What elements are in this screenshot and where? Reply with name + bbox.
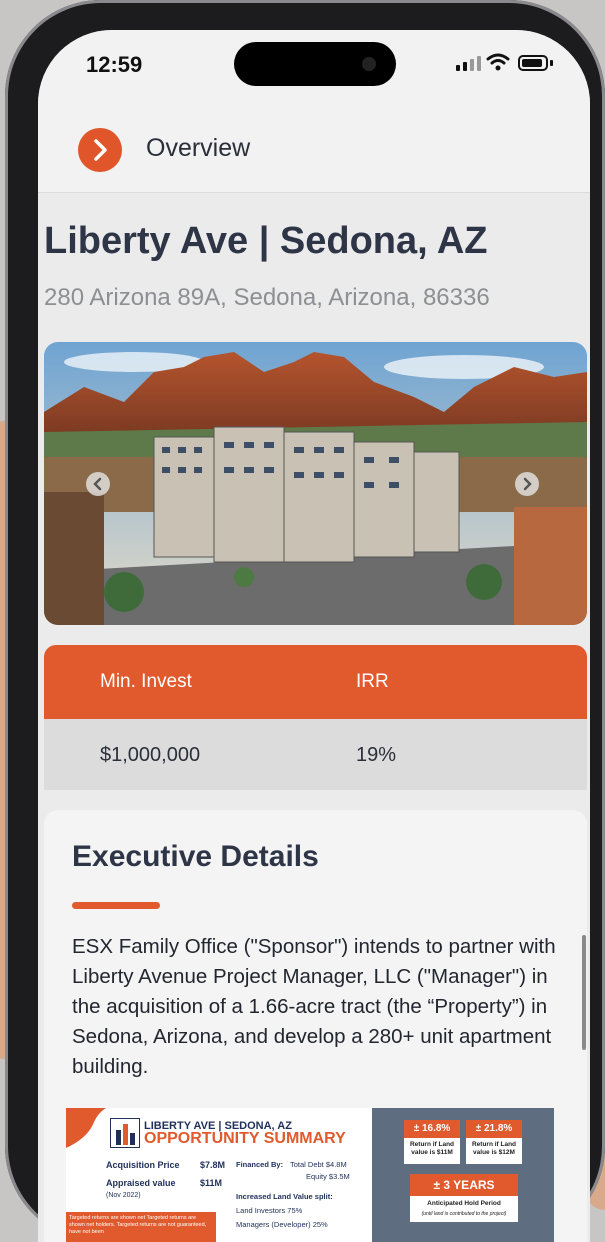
carousel-next-button[interactable] [515,472,539,496]
return-11m-value: ± 16.8% [404,1120,460,1138]
status-time: 12:59 [86,52,143,77]
chevron-right-icon [523,477,532,491]
signal-icon [456,56,481,71]
opportunity-summary-image: LIBERTY AVE | SEDONA, AZ OPPORTUNITY SUM… [66,1108,554,1242]
wifi-icon [486,53,510,71]
summary-left-panel: LIBERTY AVE | SEDONA, AZ OPPORTUNITY SUM… [66,1108,372,1242]
header-min-invest: Min. Invest [100,671,192,692]
battery-tip [550,60,553,66]
scrollbar[interactable] [582,935,586,1050]
disclaimer-text: Targeted returns are shown net Targeted … [69,1215,207,1235]
split-investors: Land Investors 75% [236,1206,303,1215]
status-bar: 12:59 [38,30,590,110]
financed-label: Financed By: [236,1160,284,1169]
executive-details-title: Executive Details [72,840,319,873]
carousel-prev-button[interactable] [86,472,110,496]
appraised-value: $11M [200,1178,223,1188]
summary-right-panel: ± 16.8% Return if Land value is $11M ± 2… [372,1108,554,1242]
screen: 12:59 Overview Liberty Ave | Sedona, AZ … [38,30,590,1242]
acquisition-label: Acquisition Price [106,1160,180,1170]
return-11m-label: Return if Land value is $11M [409,1141,455,1156]
nav-bar: Overview [38,110,590,193]
return-12m-label: Return if Land value is $12M [471,1141,517,1156]
return-12m-value: ± 21.8% [466,1120,522,1138]
value-min-invest: $1,000,000 [100,744,201,766]
investment-table-row: $1,000,000 19% [44,719,587,790]
investment-table: Min. Invest IRR $1,000,000 19% [44,645,587,790]
battery-icon [518,55,548,71]
investment-table-header: Min. Invest IRR [44,645,587,719]
overview-toggle-button[interactable] [78,128,122,172]
financed-equity: Equity $3.5M [306,1172,350,1181]
property-title: Liberty Ave | Sedona, AZ [44,220,488,262]
acquisition-value: $7.8M [200,1160,226,1170]
value-irr: 19% [356,744,397,766]
executive-details-text: ESX Family Office ("Sponsor") intends to… [72,935,556,1078]
appraised-date: (Nov 2022) [106,1192,141,1199]
hold-period-value: ± 3 YEARS [410,1174,518,1196]
property-address: 280 Arizona 89A, Sedona, Arizona, 86336 [44,284,490,311]
phone-frame: 12:59 Overview Liberty Ave | Sedona, AZ … [5,0,605,1242]
appraised-label: Appraised value [106,1178,176,1188]
split-managers: Managers (Developer) 25% [236,1220,328,1229]
building-logo-icon [110,1118,140,1148]
financed-debt: Total Debt $4.8M [290,1160,347,1169]
property-image-carousel[interactable] [44,342,587,625]
hold-period-label: Anticipated Hold Period [427,1200,501,1207]
chevron-right-icon [94,139,107,161]
property-rendering-image [44,342,587,625]
disclaimer-box: Targeted returns are shown net Targeted … [66,1212,216,1242]
return-11m-box: ± 16.8% Return if Land value is $11M [404,1120,460,1164]
hold-period-box: ± 3 YEARS Anticipated Hold Period (until… [410,1174,518,1222]
header-irr: IRR [356,671,389,692]
nav-title: Overview [146,134,251,162]
chevron-left-icon [93,477,102,491]
split-label: Increased Land Value split: [236,1192,333,1201]
summary-title-main: OPPORTUNITY SUMMARY [144,1130,346,1147]
dynamic-island [234,42,396,86]
title-underline [72,902,160,909]
hold-period-sub: (until land is contributed to the projec… [421,1211,507,1217]
camera-icon [362,57,376,71]
return-12m-box: ± 21.8% Return if Land value is $12M [466,1120,522,1164]
